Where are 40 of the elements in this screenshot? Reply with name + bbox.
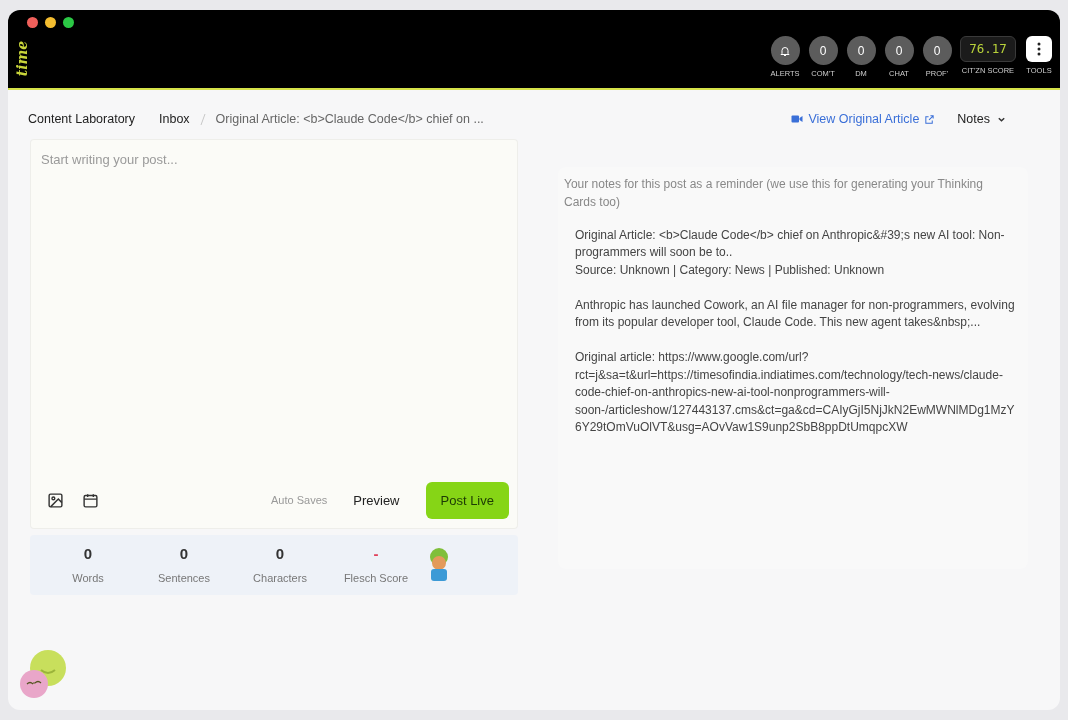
score-display: 76.17 bbox=[960, 36, 1016, 63]
calendar-icon[interactable] bbox=[82, 491, 99, 509]
stat-label: Flesch Score bbox=[343, 571, 409, 587]
count-button[interactable]: 0 bbox=[808, 36, 838, 66]
notes-dropdown[interactable]: Notes bbox=[957, 110, 1006, 129]
post-live-button[interactable]: Post Live bbox=[425, 481, 509, 519]
image-icon[interactable] bbox=[47, 491, 64, 509]
alerts-button[interactable] bbox=[770, 36, 800, 66]
notes-text: Anthropic has launched Cowork, an AI file manager for non-programmers, evolving from its popular developer tool, Claude Code. This new agent takes&nbsp;... bbox=[575, 296, 1015, 332]
zoom-button[interactable] bbox=[63, 17, 74, 28]
count-button[interactable]: 0 bbox=[884, 36, 914, 66]
stat-value: 0 bbox=[179, 543, 189, 564]
bell-icon bbox=[779, 44, 791, 57]
external-link-icon bbox=[924, 113, 936, 125]
breadcrumb-separator-icon bbox=[199, 113, 206, 125]
stat-label: Sentences bbox=[158, 571, 210, 587]
view-original-link[interactable]: View Original Article bbox=[791, 110, 936, 129]
logo[interactable]: time bbox=[12, 40, 34, 76]
preview-button[interactable]: Preview bbox=[345, 484, 408, 516]
notes-text: Source: Unknown | Category: News | Published: Unknown bbox=[575, 261, 886, 279]
count-button[interactable]: 0 bbox=[846, 36, 876, 66]
count-button[interactable]: 0 bbox=[922, 36, 952, 66]
stat-label: Words bbox=[72, 571, 104, 587]
notes-text: Original Article: <b>Claude Code</b> chief on Anthropic&#39;s new AI tool: Non-programmers will soon be to.. bbox=[575, 226, 1006, 262]
minimize-button[interactable] bbox=[45, 17, 56, 28]
stat-label: Characters bbox=[253, 571, 307, 587]
stat-value: 0 bbox=[83, 543, 93, 564]
notes-hint: Your notes for this post as a reminder (we use this for generating your Thinking Cards too) bbox=[564, 175, 984, 211]
stat-value: - bbox=[373, 543, 379, 564]
auto-saves-label: Auto Saves bbox=[271, 493, 328, 508]
more-icon bbox=[1037, 42, 1041, 57]
stat-value: 0 bbox=[275, 543, 285, 564]
notes-text: Original article: https://www.google.com/url?rct=j&sa=t&url=https://timesofindia.indiatimes.com/technology/tech-news/claude-code-chief-on-anthropics-new-ai-tool-nonprogrammers-will-soon-/articleshow/127443137.cms&ct=ga&cd=CAIyGjI5NjJkN2EwMWNlMDg1MzY6Y29tOmVuOlVT&usg=AOvVaw1S9unp2SbB8ppDtUmqpcXW bbox=[575, 349, 1015, 437]
breadcrumb-link[interactable]: Original Article: <b>Claude Code</b> chief on ... bbox=[215, 110, 484, 129]
breadcrumb-link[interactable]: Inbox bbox=[159, 110, 190, 129]
tools-button[interactable] bbox=[1026, 36, 1052, 63]
video-icon bbox=[791, 114, 804, 125]
close-button[interactable] bbox=[27, 17, 38, 28]
breadcrumb-link[interactable]: Content Laboratory bbox=[28, 110, 135, 129]
post-input-field[interactable]: Start writing your post... bbox=[30, 138, 518, 473]
